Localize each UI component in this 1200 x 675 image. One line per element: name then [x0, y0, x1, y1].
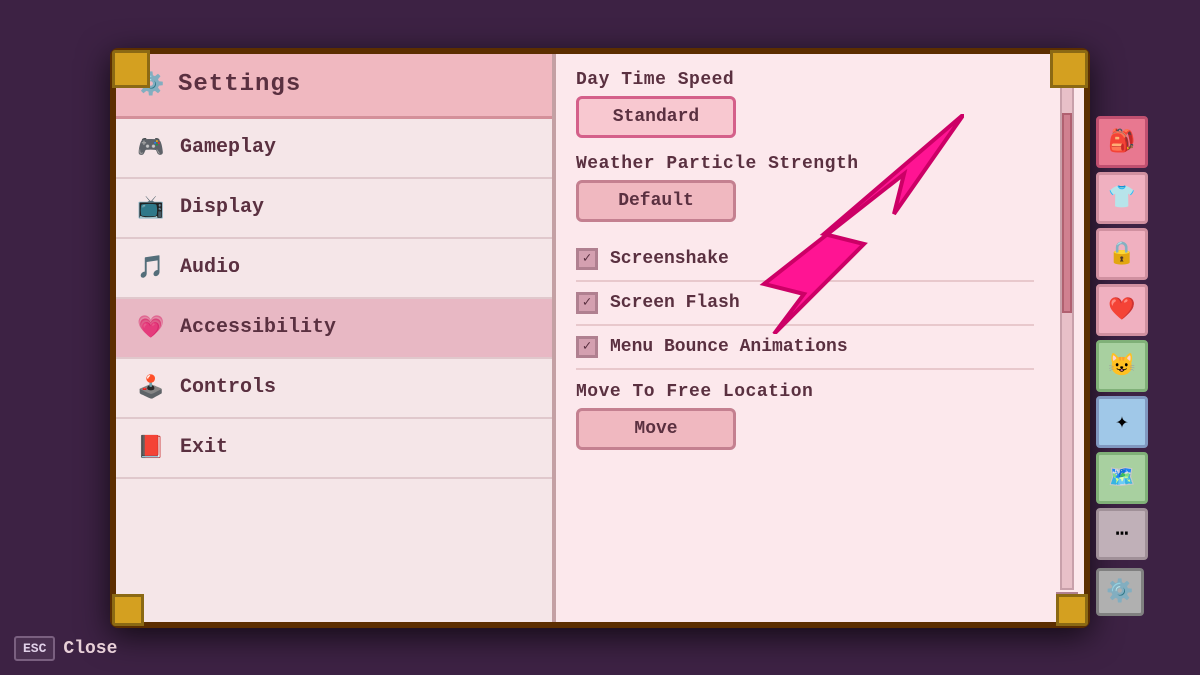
screen-flash-label: Screen Flash: [610, 293, 740, 313]
setting-move-location: Move To Free Location Move: [576, 382, 1034, 450]
right-panel: Day Time Speed Standard Weather Particle…: [556, 54, 1084, 622]
heart-icon-button[interactable]: ❤️: [1096, 284, 1148, 336]
scroll-up-button[interactable]: ▲: [1056, 62, 1078, 84]
screen-flash-checkbox[interactable]: [576, 292, 598, 314]
left-panel: ⚙️ Settings 🎮 Gameplay 📺 Display 🎵 Audio: [116, 54, 556, 622]
bottom-gear-button[interactable]: ⚙️: [1096, 568, 1144, 616]
setting-menu-bounce: Menu Bounce Animations: [576, 326, 1034, 370]
display-icon: 📺: [136, 193, 166, 223]
sidebar-item-audio[interactable]: 🎵 Audio: [116, 239, 552, 299]
display-label: Display: [180, 196, 264, 219]
weather-particle-label: Weather Particle Strength: [576, 154, 1034, 174]
scroll-thumb[interactable]: [1062, 113, 1072, 313]
game-background: ⚙️ Settings 🎮 Gameplay 📺 Display 🎵 Audio: [0, 0, 1200, 675]
move-location-button[interactable]: Move: [576, 408, 736, 450]
sidebar-item-gameplay[interactable]: 🎮 Gameplay: [116, 119, 552, 179]
setting-screen-flash: Screen Flash: [576, 282, 1034, 326]
sidebar-item-display[interactable]: 📺 Display: [116, 179, 552, 239]
backpack-icon-button[interactable]: 🎒: [1096, 116, 1148, 168]
esc-close-bar: ESC Close: [14, 636, 117, 661]
settings-title: Settings: [178, 71, 301, 98]
more-icon-button[interactable]: ⋯: [1096, 508, 1148, 560]
exit-label: Exit: [180, 436, 228, 459]
day-time-speed-button[interactable]: Standard: [576, 96, 736, 138]
setting-weather-particle: Weather Particle Strength Default: [576, 154, 1034, 222]
controls-icon: 🕹️: [136, 373, 166, 403]
setting-day-time-speed: Day Time Speed Standard: [576, 70, 1034, 138]
scroll-track: [1060, 86, 1074, 590]
setting-screenshake: Screenshake: [576, 238, 1034, 282]
weather-particle-button[interactable]: Default: [576, 180, 736, 222]
gameplay-icon: 🎮: [136, 133, 166, 163]
screenshake-checkbox[interactable]: [576, 248, 598, 270]
settings-book: ⚙️ Settings 🎮 Gameplay 📺 Display 🎵 Audio: [110, 48, 1090, 628]
menu-bounce-checkbox[interactable]: [576, 336, 598, 358]
exit-icon: 📕: [136, 433, 166, 463]
lock-icon-button[interactable]: 🔒: [1096, 228, 1148, 280]
controls-label: Controls: [180, 376, 276, 399]
audio-icon: 🎵: [136, 253, 166, 283]
close-label: Close: [63, 639, 117, 659]
gameplay-label: Gameplay: [180, 136, 276, 159]
day-time-speed-label: Day Time Speed: [576, 70, 1034, 90]
map-icon-button[interactable]: 🗺️: [1096, 452, 1148, 504]
sidebar-item-exit[interactable]: 📕 Exit: [116, 419, 552, 479]
audio-label: Audio: [180, 256, 240, 279]
esc-key[interactable]: ESC: [14, 636, 55, 661]
sidebar-item-accessibility[interactable]: 💗 Accessibility: [116, 299, 552, 359]
settings-content: Day Time Speed Standard Weather Particle…: [556, 54, 1084, 622]
accessibility-icon: 💗: [136, 313, 166, 343]
book-corner-bl: [112, 594, 144, 626]
sidebar-item-controls[interactable]: 🕹️ Controls: [116, 359, 552, 419]
accessibility-label: Accessibility: [180, 316, 336, 339]
settings-header: ⚙️ Settings: [116, 54, 552, 119]
gear-icon-header: ⚙️: [136, 70, 166, 100]
shirt-icon-button[interactable]: 👕: [1096, 172, 1148, 224]
pet-icon-button[interactable]: 😺: [1096, 340, 1148, 392]
menu-items: 🎮 Gameplay 📺 Display 🎵 Audio 💗 Accessibi…: [116, 119, 552, 479]
book-corner-br: [1056, 594, 1088, 626]
menu-bounce-label: Menu Bounce Animations: [610, 337, 848, 357]
screenshake-label: Screenshake: [610, 249, 729, 269]
scrollbar: ▲ ▼: [1056, 62, 1078, 614]
side-icons-panel: 🎒 👕 🔒 ❤️ 😺 ✦ 🗺️ ⋯: [1096, 116, 1148, 560]
move-location-label: Move To Free Location: [576, 382, 1034, 402]
star-icon-button[interactable]: ✦: [1096, 396, 1148, 448]
